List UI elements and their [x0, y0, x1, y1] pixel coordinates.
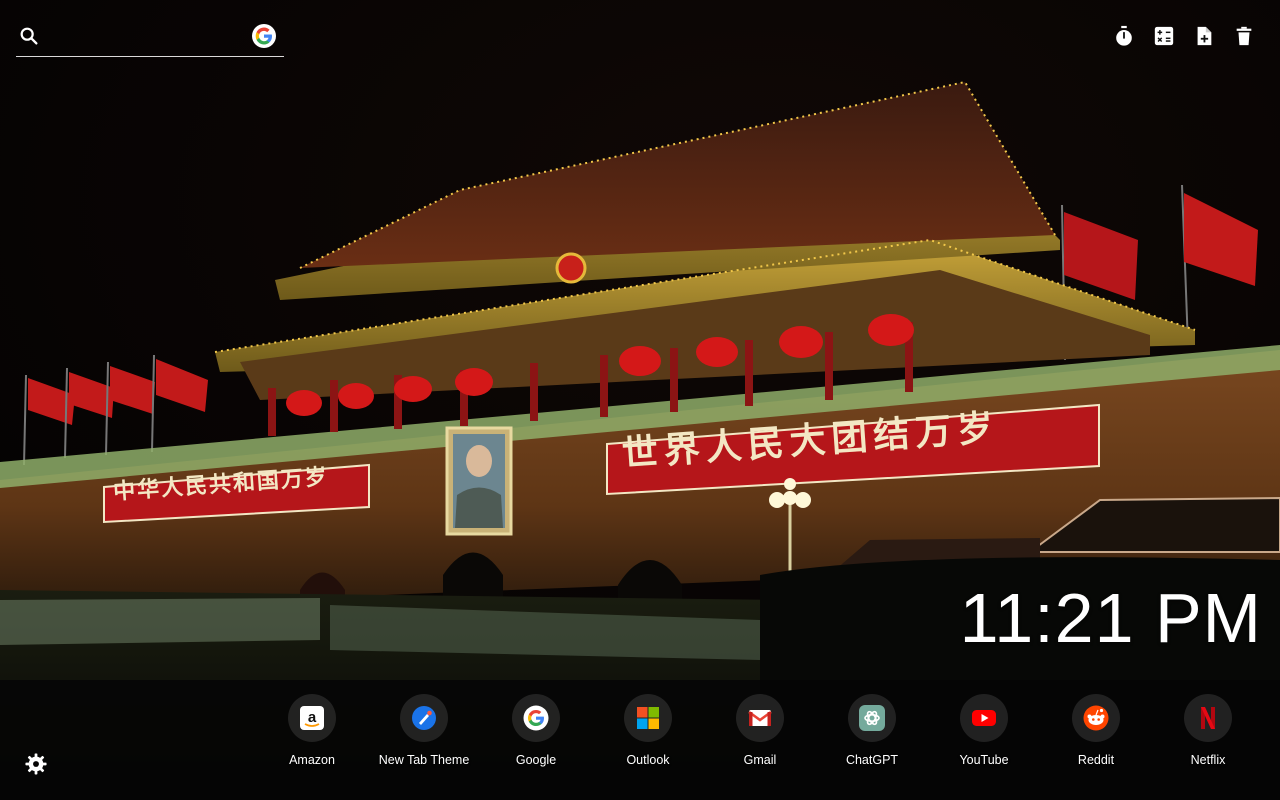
google-icon [255, 27, 272, 45]
shortcut-amazon[interactable]: a Amazon [256, 694, 368, 774]
shortcut-google[interactable]: Google [480, 694, 592, 774]
chatgpt-icon [859, 705, 885, 731]
google-icon [523, 705, 549, 731]
shortcut-reddit[interactable]: Reddit [1040, 694, 1152, 774]
toolbar [1112, 24, 1256, 48]
add-note-icon[interactable] [1192, 24, 1216, 48]
shortcut-label: Google [515, 753, 557, 767]
timer-icon[interactable] [1112, 24, 1136, 48]
trash-icon[interactable] [1232, 24, 1256, 48]
netflix-icon [1201, 707, 1215, 729]
amazon-icon: a [300, 706, 324, 730]
new-tab-theme-icon [412, 706, 436, 730]
svg-text:a: a [308, 709, 317, 726]
shortcut-label: Netflix [1190, 753, 1226, 767]
search-input[interactable] [50, 24, 254, 52]
shortcut-new-tab-theme[interactable]: New Tab Theme [368, 694, 480, 774]
clock: 11:21 PM [959, 579, 1262, 657]
shortcut-netflix[interactable]: Netflix [1152, 694, 1264, 774]
search-icon[interactable] [18, 25, 40, 47]
reddit-icon [1083, 705, 1109, 731]
shortcut-outlook[interactable]: Outlook [592, 694, 704, 774]
youtube-icon [972, 710, 996, 726]
shortcut-label: Outlook [626, 753, 670, 767]
shortcut-label: YouTube [959, 753, 1009, 767]
calculator-icon[interactable] [1152, 24, 1176, 48]
shortcut-label: ChatGPT [845, 753, 899, 767]
gmail-icon [748, 710, 772, 726]
settings-gear-icon[interactable] [25, 753, 47, 775]
shortcut-label: New Tab Theme [378, 753, 470, 767]
shortcut-chatgpt[interactable]: ChatGPT [816, 694, 928, 774]
shortcut-label: Reddit [1077, 753, 1115, 767]
shortcut-label: Amazon [289, 753, 335, 767]
shortcut-bar: a Amazon New Tab Theme Google Outlook Gm… [256, 694, 1266, 774]
shortcut-label: Gmail [743, 753, 777, 767]
shortcut-youtube[interactable]: YouTube [928, 694, 1040, 774]
shortcut-gmail[interactable]: Gmail [704, 694, 816, 774]
search-engine-button[interactable] [252, 24, 276, 48]
portrait [445, 426, 513, 536]
microsoft-icon [637, 707, 659, 729]
background-wallpaper [0, 0, 1280, 800]
search-bar [16, 18, 284, 57]
